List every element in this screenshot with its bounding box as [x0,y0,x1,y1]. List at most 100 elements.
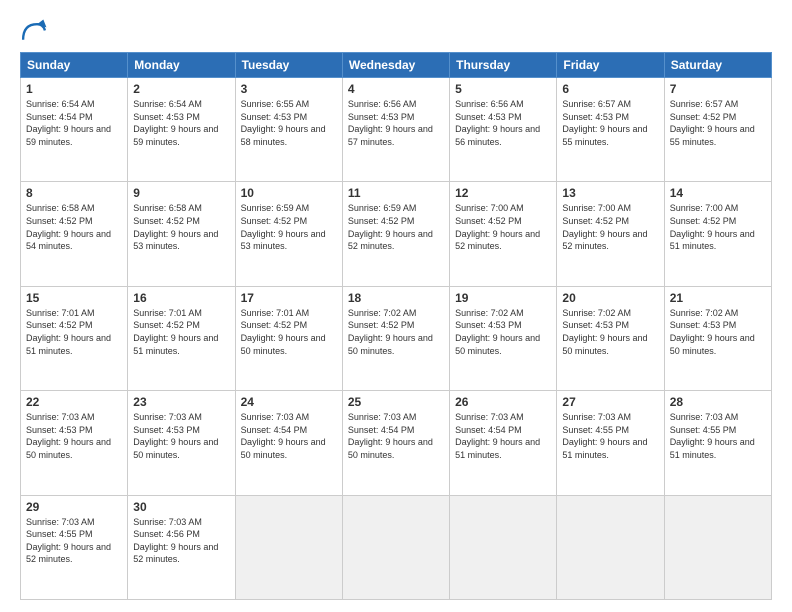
day-info: Sunrise: 7:03 AM Sunset: 4:53 PM Dayligh… [133,411,229,461]
day-info: Sunrise: 7:03 AM Sunset: 4:53 PM Dayligh… [26,411,122,461]
day-number: 18 [348,291,444,305]
day-header: Tuesday [235,53,342,78]
day-info: Sunrise: 7:02 AM Sunset: 4:53 PM Dayligh… [455,307,551,357]
calendar-cell: 23 Sunrise: 7:03 AM Sunset: 4:53 PM Dayl… [128,391,235,495]
day-info: Sunrise: 7:00 AM Sunset: 4:52 PM Dayligh… [455,202,551,252]
day-header: Monday [128,53,235,78]
day-info: Sunrise: 6:59 AM Sunset: 4:52 PM Dayligh… [241,202,337,252]
calendar-cell: 28 Sunrise: 7:03 AM Sunset: 4:55 PM Dayl… [664,391,771,495]
day-number: 20 [562,291,658,305]
calendar-cell: 2 Sunrise: 6:54 AM Sunset: 4:53 PM Dayli… [128,78,235,182]
header-row: SundayMondayTuesdayWednesdayThursdayFrid… [21,53,772,78]
day-info: Sunrise: 6:56 AM Sunset: 4:53 PM Dayligh… [455,98,551,148]
day-info: Sunrise: 7:00 AM Sunset: 4:52 PM Dayligh… [670,202,766,252]
calendar-cell: 4 Sunrise: 6:56 AM Sunset: 4:53 PM Dayli… [342,78,449,182]
day-number: 15 [26,291,122,305]
day-header: Thursday [450,53,557,78]
day-number: 16 [133,291,229,305]
day-number: 3 [241,82,337,96]
calendar-cell: 11 Sunrise: 6:59 AM Sunset: 4:52 PM Dayl… [342,182,449,286]
day-number: 11 [348,186,444,200]
day-number: 23 [133,395,229,409]
day-info: Sunrise: 6:58 AM Sunset: 4:52 PM Dayligh… [26,202,122,252]
day-info: Sunrise: 6:58 AM Sunset: 4:52 PM Dayligh… [133,202,229,252]
calendar-cell [450,495,557,599]
calendar-cell: 26 Sunrise: 7:03 AM Sunset: 4:54 PM Dayl… [450,391,557,495]
day-number: 4 [348,82,444,96]
calendar-cell: 22 Sunrise: 7:03 AM Sunset: 4:53 PM Dayl… [21,391,128,495]
header [20,18,772,46]
calendar-cell: 20 Sunrise: 7:02 AM Sunset: 4:53 PM Dayl… [557,286,664,390]
calendar-cell: 8 Sunrise: 6:58 AM Sunset: 4:52 PM Dayli… [21,182,128,286]
logo-icon [20,18,48,46]
day-number: 27 [562,395,658,409]
calendar-cell: 7 Sunrise: 6:57 AM Sunset: 4:52 PM Dayli… [664,78,771,182]
day-info: Sunrise: 7:03 AM Sunset: 4:54 PM Dayligh… [455,411,551,461]
day-number: 19 [455,291,551,305]
day-info: Sunrise: 7:03 AM Sunset: 4:55 PM Dayligh… [670,411,766,461]
calendar-cell [235,495,342,599]
page: SundayMondayTuesdayWednesdayThursdayFrid… [0,0,792,612]
day-number: 2 [133,82,229,96]
calendar-row: 1 Sunrise: 6:54 AM Sunset: 4:54 PM Dayli… [21,78,772,182]
day-info: Sunrise: 7:02 AM Sunset: 4:53 PM Dayligh… [562,307,658,357]
day-info: Sunrise: 7:03 AM Sunset: 4:54 PM Dayligh… [241,411,337,461]
calendar-cell: 16 Sunrise: 7:01 AM Sunset: 4:52 PM Dayl… [128,286,235,390]
day-number: 28 [670,395,766,409]
calendar-cell: 13 Sunrise: 7:00 AM Sunset: 4:52 PM Dayl… [557,182,664,286]
day-number: 12 [455,186,551,200]
day-number: 10 [241,186,337,200]
calendar-cell: 6 Sunrise: 6:57 AM Sunset: 4:53 PM Dayli… [557,78,664,182]
day-number: 29 [26,500,122,514]
day-info: Sunrise: 6:59 AM Sunset: 4:52 PM Dayligh… [348,202,444,252]
calendar-cell: 14 Sunrise: 7:00 AM Sunset: 4:52 PM Dayl… [664,182,771,286]
calendar-row: 15 Sunrise: 7:01 AM Sunset: 4:52 PM Dayl… [21,286,772,390]
day-number: 24 [241,395,337,409]
day-number: 1 [26,82,122,96]
calendar-row: 8 Sunrise: 6:58 AM Sunset: 4:52 PM Dayli… [21,182,772,286]
day-number: 6 [562,82,658,96]
day-info: Sunrise: 6:57 AM Sunset: 4:53 PM Dayligh… [562,98,658,148]
day-info: Sunrise: 7:03 AM Sunset: 4:54 PM Dayligh… [348,411,444,461]
calendar-cell: 1 Sunrise: 6:54 AM Sunset: 4:54 PM Dayli… [21,78,128,182]
day-info: Sunrise: 7:01 AM Sunset: 4:52 PM Dayligh… [133,307,229,357]
calendar-cell: 17 Sunrise: 7:01 AM Sunset: 4:52 PM Dayl… [235,286,342,390]
day-number: 14 [670,186,766,200]
day-info: Sunrise: 7:02 AM Sunset: 4:53 PM Dayligh… [670,307,766,357]
calendar-cell: 12 Sunrise: 7:00 AM Sunset: 4:52 PM Dayl… [450,182,557,286]
day-number: 9 [133,186,229,200]
day-info: Sunrise: 6:55 AM Sunset: 4:53 PM Dayligh… [241,98,337,148]
day-number: 26 [455,395,551,409]
day-number: 25 [348,395,444,409]
calendar-cell: 15 Sunrise: 7:01 AM Sunset: 4:52 PM Dayl… [21,286,128,390]
calendar-cell: 18 Sunrise: 7:02 AM Sunset: 4:52 PM Dayl… [342,286,449,390]
day-number: 5 [455,82,551,96]
calendar-cell: 19 Sunrise: 7:02 AM Sunset: 4:53 PM Dayl… [450,286,557,390]
calendar-cell: 5 Sunrise: 6:56 AM Sunset: 4:53 PM Dayli… [450,78,557,182]
day-info: Sunrise: 7:03 AM Sunset: 4:55 PM Dayligh… [562,411,658,461]
day-number: 21 [670,291,766,305]
calendar-cell [664,495,771,599]
calendar-cell: 27 Sunrise: 7:03 AM Sunset: 4:55 PM Dayl… [557,391,664,495]
day-number: 7 [670,82,766,96]
day-info: Sunrise: 6:54 AM Sunset: 4:54 PM Dayligh… [26,98,122,148]
calendar-cell [342,495,449,599]
calendar-table: SundayMondayTuesdayWednesdayThursdayFrid… [20,52,772,600]
day-header: Wednesday [342,53,449,78]
day-header: Sunday [21,53,128,78]
day-number: 17 [241,291,337,305]
calendar-cell: 29 Sunrise: 7:03 AM Sunset: 4:55 PM Dayl… [21,495,128,599]
day-info: Sunrise: 7:03 AM Sunset: 4:56 PM Dayligh… [133,516,229,566]
day-header: Friday [557,53,664,78]
day-info: Sunrise: 7:02 AM Sunset: 4:52 PM Dayligh… [348,307,444,357]
day-info: Sunrise: 6:54 AM Sunset: 4:53 PM Dayligh… [133,98,229,148]
calendar-cell [557,495,664,599]
day-info: Sunrise: 6:57 AM Sunset: 4:52 PM Dayligh… [670,98,766,148]
day-number: 8 [26,186,122,200]
calendar-cell: 3 Sunrise: 6:55 AM Sunset: 4:53 PM Dayli… [235,78,342,182]
day-number: 22 [26,395,122,409]
calendar-cell: 24 Sunrise: 7:03 AM Sunset: 4:54 PM Dayl… [235,391,342,495]
day-number: 13 [562,186,658,200]
calendar-row: 22 Sunrise: 7:03 AM Sunset: 4:53 PM Dayl… [21,391,772,495]
calendar-cell: 21 Sunrise: 7:02 AM Sunset: 4:53 PM Dayl… [664,286,771,390]
